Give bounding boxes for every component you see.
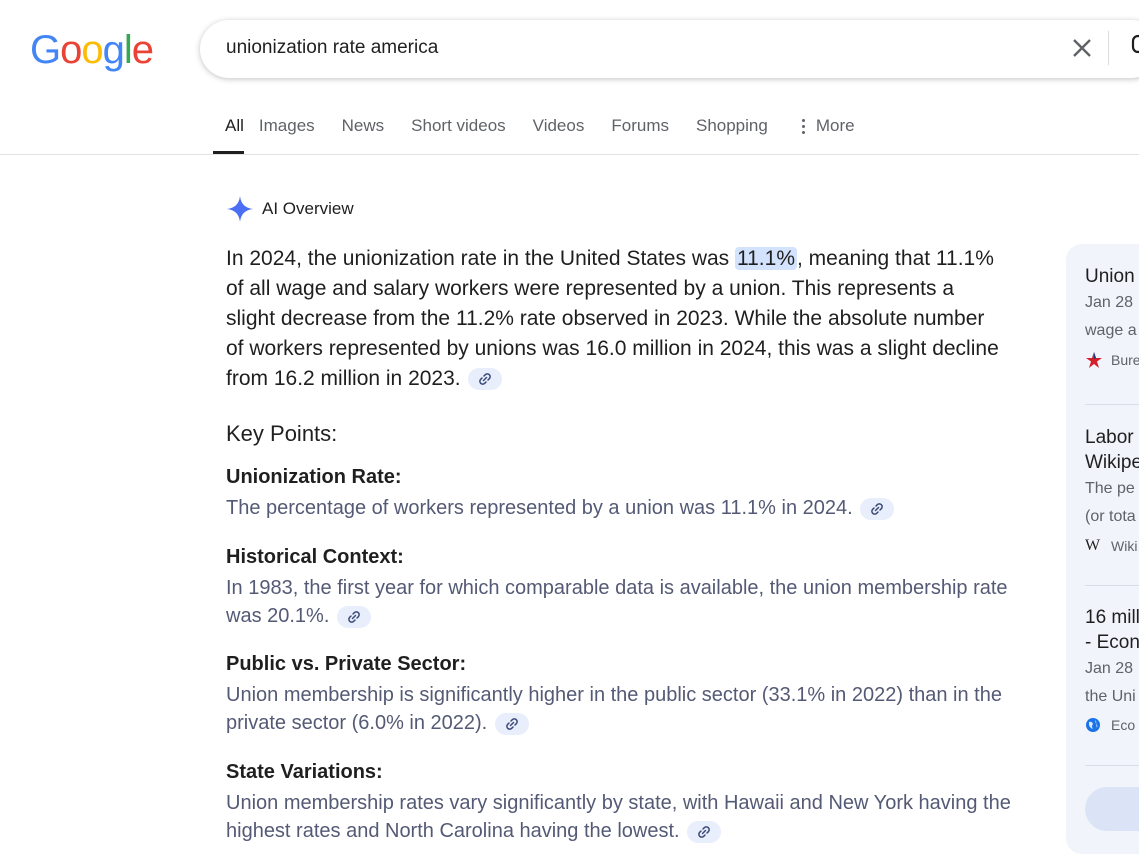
show-all-sources-button[interactable] xyxy=(1085,787,1139,831)
key-point-heading: Public vs. Private Sector: xyxy=(226,653,467,675)
tab-forums[interactable]: Forums xyxy=(611,116,669,154)
globe-icon xyxy=(1086,718,1100,732)
key-point: Public vs. Private Sector: Union members… xyxy=(226,651,1016,737)
source-site-name: Wiki xyxy=(1111,538,1138,554)
logo-letter: o xyxy=(81,28,103,72)
logo-letter: e xyxy=(131,28,154,72)
source-snippet: (or tota xyxy=(1085,508,1136,525)
search-box[interactable]: unionization rate america xyxy=(200,20,1139,78)
source-card[interactable]: Union Jan 28 wage a Bure xyxy=(1085,264,1139,369)
source-title: 16 mill xyxy=(1085,607,1139,628)
link-icon xyxy=(348,610,360,623)
source-site: W Wiki xyxy=(1085,537,1139,555)
tab-more[interactable]: More xyxy=(801,116,855,154)
key-point-heading: State Variations: xyxy=(226,761,383,783)
source-link-button[interactable] xyxy=(687,820,722,843)
wikipedia-icon: W xyxy=(1085,537,1101,554)
ai-overview-label: AI Overview xyxy=(262,199,354,218)
tab-all[interactable]: All xyxy=(213,116,244,154)
microphone-icon[interactable] xyxy=(1126,34,1139,64)
source-title: Labor xyxy=(1085,427,1134,448)
tab-videos[interactable]: Videos xyxy=(533,116,585,154)
google-logo[interactable]: Google xyxy=(30,28,154,73)
clear-icon[interactable] xyxy=(1066,32,1098,64)
key-point-heading: Historical Context: xyxy=(226,546,404,568)
logo-letter: l xyxy=(123,28,133,72)
source-link-button[interactable] xyxy=(860,497,895,520)
gemini-sparkle-icon xyxy=(227,196,253,222)
key-points-heading: Key Points: xyxy=(226,421,338,446)
search-tabs: All Images News Short videos Videos Foru… xyxy=(213,116,882,154)
key-point-body: Union membership rates vary significantl… xyxy=(226,792,1011,843)
source-divider xyxy=(1085,585,1139,586)
key-point-body: The percentage of workers represented by… xyxy=(226,494,1016,522)
logo-letter: o xyxy=(60,28,82,72)
source-site: Bure xyxy=(1085,351,1139,369)
source-snippet: Jan 28 xyxy=(1085,294,1134,311)
search-input[interactable]: unionization rate america xyxy=(226,37,438,59)
source-title: Wikipe xyxy=(1085,452,1139,473)
tab-short-videos[interactable]: Short videos xyxy=(411,116,506,154)
source-divider xyxy=(1085,404,1139,405)
source-title: Union xyxy=(1085,266,1135,287)
key-point: State Variations: Union membership rates… xyxy=(226,759,1016,845)
key-point-heading: Unionization Rate: xyxy=(226,466,402,488)
source-link-button[interactable] xyxy=(468,368,503,391)
highlighted-rate: 11.1% xyxy=(735,247,797,270)
source-divider xyxy=(1085,765,1139,766)
source-site-name: Bure xyxy=(1111,352,1139,368)
link-icon xyxy=(871,502,884,515)
logo-letter: G xyxy=(30,28,61,72)
source-title: - Econ xyxy=(1085,632,1139,653)
tab-shopping[interactable]: Shopping xyxy=(696,116,768,154)
source-link-button[interactable] xyxy=(494,712,529,735)
link-icon xyxy=(479,373,492,386)
source-link-button[interactable] xyxy=(336,605,371,628)
header-divider xyxy=(0,154,1139,155)
source-snippet: Jan 28 xyxy=(1085,660,1134,677)
key-point: Historical Context: In 1983, the first y… xyxy=(226,544,1016,630)
source-snippet: The pe xyxy=(1085,480,1135,497)
search-divider xyxy=(1108,31,1109,65)
tab-more-label: More xyxy=(815,116,855,135)
link-icon xyxy=(505,717,518,730)
source-site-name: Eco xyxy=(1111,717,1136,733)
source-snippet: wage a xyxy=(1085,322,1137,339)
sources-panel: Union Jan 28 wage a Bure Labor Wikipe Th… xyxy=(1066,244,1139,854)
logo-letter: g xyxy=(102,28,125,72)
ai-overview-header: AI Overview xyxy=(226,195,354,223)
more-vert-icon xyxy=(801,119,806,137)
tab-news[interactable]: News xyxy=(342,116,385,154)
source-snippet: the Uni xyxy=(1085,688,1136,705)
source-card[interactable]: 16 mill - Econ Jan 28 the Uni Eco xyxy=(1085,605,1139,733)
source-card[interactable]: Labor Wikipe The pe (or tota W Wiki xyxy=(1085,425,1139,555)
ai-overview-summary: In 2024, the unionization rate in the Un… xyxy=(226,247,999,391)
source-site: Eco xyxy=(1085,717,1139,733)
star-favicon-icon xyxy=(1086,352,1102,368)
key-point-body: Union membership is significantly higher… xyxy=(226,684,1002,735)
key-point-body: In 1983, the first year for which compar… xyxy=(226,577,1008,628)
link-icon xyxy=(698,825,711,838)
tab-images[interactable]: Images xyxy=(259,116,315,154)
key-point: Unionization Rate: The percentage of wor… xyxy=(226,464,1016,522)
